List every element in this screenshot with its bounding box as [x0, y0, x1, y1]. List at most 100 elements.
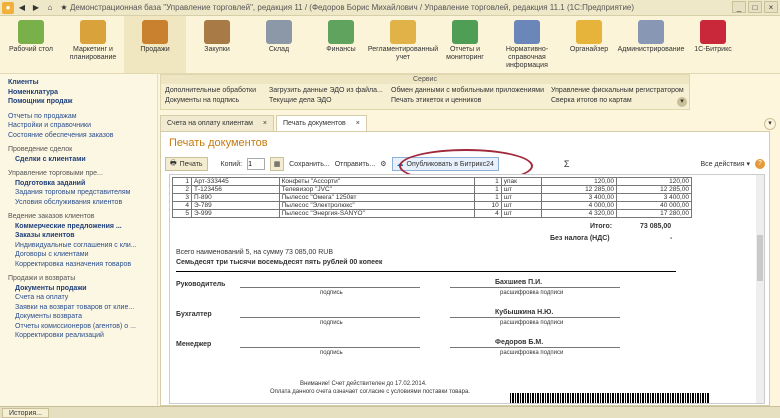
section-1[interactable]: Рабочий стол — [0, 16, 62, 73]
cell-n: 3 — [171, 193, 193, 202]
settings-icon[interactable]: ⚙ — [380, 160, 386, 168]
all-actions-menu[interactable]: Все действия ▾ — [701, 160, 750, 168]
cell-code: П-890 — [191, 193, 280, 202]
print-documents-form: Печать документов 🖶Печать Копий: ▦ Сохра… — [160, 131, 770, 406]
decode-line — [450, 287, 620, 288]
nav-link[interactable]: Коммерческие предложения ... — [8, 222, 157, 232]
nav-link[interactable]: Документы продажи — [8, 284, 157, 294]
cell-qty: 4 — [473, 209, 502, 218]
send-button[interactable]: Отправить... — [335, 161, 376, 168]
nav-link[interactable]: Настройки и справочники — [8, 121, 157, 131]
service-link[interactable]: Документы на подпись — [165, 97, 239, 104]
section-2[interactable]: Маркетинг и планирование — [62, 16, 124, 73]
nav-link[interactable]: Клиенты — [8, 78, 157, 88]
home-icon[interactable]: ⌂ — [44, 2, 56, 14]
section-11[interactable]: Администрирование — [618, 16, 684, 73]
section-10[interactable]: Органайзер — [558, 16, 620, 73]
nav-link[interactable]: Договоры с клиентами — [8, 250, 157, 260]
service-link[interactable]: Управление фискальным регистратором — [551, 87, 684, 94]
service-link[interactable]: Загрузить данные ЭДО из файла... — [269, 87, 383, 94]
sign-caption: подпись — [320, 350, 343, 356]
section-6[interactable]: Финансы — [310, 16, 372, 73]
maximize-button[interactable]: □ — [748, 1, 762, 13]
service-link[interactable]: Дополнительные обработки — [165, 87, 256, 94]
close-icon[interactable]: × — [263, 120, 267, 127]
expand-icon[interactable]: ▾ — [764, 118, 776, 130]
cell-sum: 120,00 — [615, 177, 693, 186]
page-title: Печать документов — [169, 137, 268, 149]
section-label: Нормативно-справочная информация — [505, 46, 549, 69]
nav-link[interactable]: Состояние обеспечения заказов — [8, 131, 157, 141]
window-title: Демонстрационная база "Управление торгов… — [70, 3, 635, 12]
nav-link[interactable]: Отчеты комиссионеров (агентов) о ... — [8, 322, 157, 332]
nav-link[interactable]: Документы возврата — [8, 312, 157, 322]
scroll-thumb[interactable] — [757, 235, 763, 281]
nav-link[interactable]: Сделки с клиентами — [8, 155, 157, 165]
table-icon[interactable]: ▦ — [270, 157, 285, 171]
section-8[interactable]: Отчеты и мониторинг — [434, 16, 496, 73]
cell-unit: шт — [500, 185, 543, 194]
service-link[interactable]: Сверка итогов по картам — [551, 97, 632, 104]
nav-link[interactable]: Счета на оплату — [8, 293, 157, 303]
vertical-scrollbar[interactable] — [756, 175, 764, 403]
minimize-button[interactable]: _ — [732, 1, 746, 13]
nav-link[interactable]: Задания торговым представителям — [8, 188, 157, 198]
copies-input[interactable] — [247, 158, 266, 170]
decode-caption: расшифровка подписи — [500, 290, 564, 296]
decode-line — [450, 347, 620, 348]
nav-link[interactable]: Корректировка назначения товаров — [8, 260, 157, 270]
section-12[interactable]: 1С-Битрикс — [682, 16, 744, 73]
sum-icon[interactable]: Σ — [564, 159, 570, 169]
close-button[interactable]: × — [764, 1, 778, 13]
cell-name: Конфеты "Ассорти" — [278, 177, 475, 186]
close-icon[interactable]: × — [356, 120, 360, 127]
section-label: Маркетинг и планирование — [69, 46, 117, 61]
service-panel: Сервис Дополнительные обработки Документ… — [160, 74, 690, 110]
nav-link[interactable]: Подготовка заданий — [8, 179, 157, 189]
section-5[interactable]: Склад — [248, 16, 310, 73]
cell-sum: 17 280,00 — [615, 209, 693, 218]
service-link[interactable]: Текущие дела ЭДО — [269, 97, 332, 104]
section-label: Органайзер — [569, 46, 609, 53]
nav-link[interactable]: Условия обслуживания клиентов — [8, 198, 157, 208]
nav-link[interactable]: Заказы клиентов — [8, 231, 157, 241]
decode-caption: расшифровка подписи — [500, 320, 564, 326]
tab-label: Печать документов — [283, 120, 346, 127]
section-label: Продажи — [140, 46, 170, 53]
section-label: Финансы — [326, 46, 356, 53]
table-row: 1 Арт-333445 Конфеты "Ассорти" 1 упак 120,00 1… — [171, 177, 693, 186]
tab-print-documents[interactable]: Печать документов × — [276, 115, 367, 131]
section-3[interactable]: Продажи — [124, 16, 186, 73]
nav-link[interactable]: Номенклатура — [8, 88, 157, 98]
forward-icon[interactable]: ▶ — [30, 2, 42, 14]
section-9[interactable]: Нормативно-справочная информация — [496, 16, 558, 73]
history-button[interactable]: История... — [2, 408, 49, 418]
tab-label: Счета на оплату клиентам — [167, 120, 253, 127]
nav-link[interactable]: Заявки на возврат товаров от клие... — [8, 303, 157, 313]
collapse-icon[interactable]: ▾ — [677, 97, 687, 107]
section-label: Отчеты и мониторинг — [446, 46, 484, 61]
nav-link[interactable]: Корректировки реализаций — [8, 331, 157, 341]
tab-invoices[interactable]: Счета на оплату клиентам × — [160, 115, 275, 131]
app-menu-icon[interactable]: ● — [2, 1, 14, 14]
favorites-icon[interactable]: ★ — [58, 2, 70, 14]
cell-qty: 1 — [473, 193, 502, 202]
print-button[interactable]: 🖶 Печать — [165, 157, 208, 171]
service-link[interactable]: Обмен данными с мобильными приложениями — [391, 87, 544, 94]
section-4[interactable]: Закупки — [186, 16, 248, 73]
back-icon[interactable]: ◀ — [16, 2, 28, 14]
nav-link[interactable]: Отчеты по продажам — [8, 112, 157, 122]
signature-role: Менеджер — [176, 341, 212, 348]
admin-icon — [638, 20, 664, 44]
cell-unit: шт — [500, 201, 543, 210]
service-link[interactable]: Печать этикеток и ценников — [391, 97, 481, 104]
section-7[interactable]: Регламентированный учет — [368, 16, 438, 73]
navigation-panel: Клиенты Номенклатура Помощник продаж Отчеты… — [0, 74, 158, 406]
save-button[interactable]: Сохранить... — [289, 161, 330, 168]
nav-link[interactable]: Индивидуальные соглашения с кли... — [8, 241, 157, 251]
section-label: Рабочий стол — [9, 46, 53, 53]
nav-link[interactable]: Помощник продаж — [8, 97, 157, 107]
help-icon[interactable]: ? — [755, 159, 765, 169]
nav-link: Управление торговыми пре... — [8, 170, 103, 177]
vat-value: - — [670, 235, 673, 242]
